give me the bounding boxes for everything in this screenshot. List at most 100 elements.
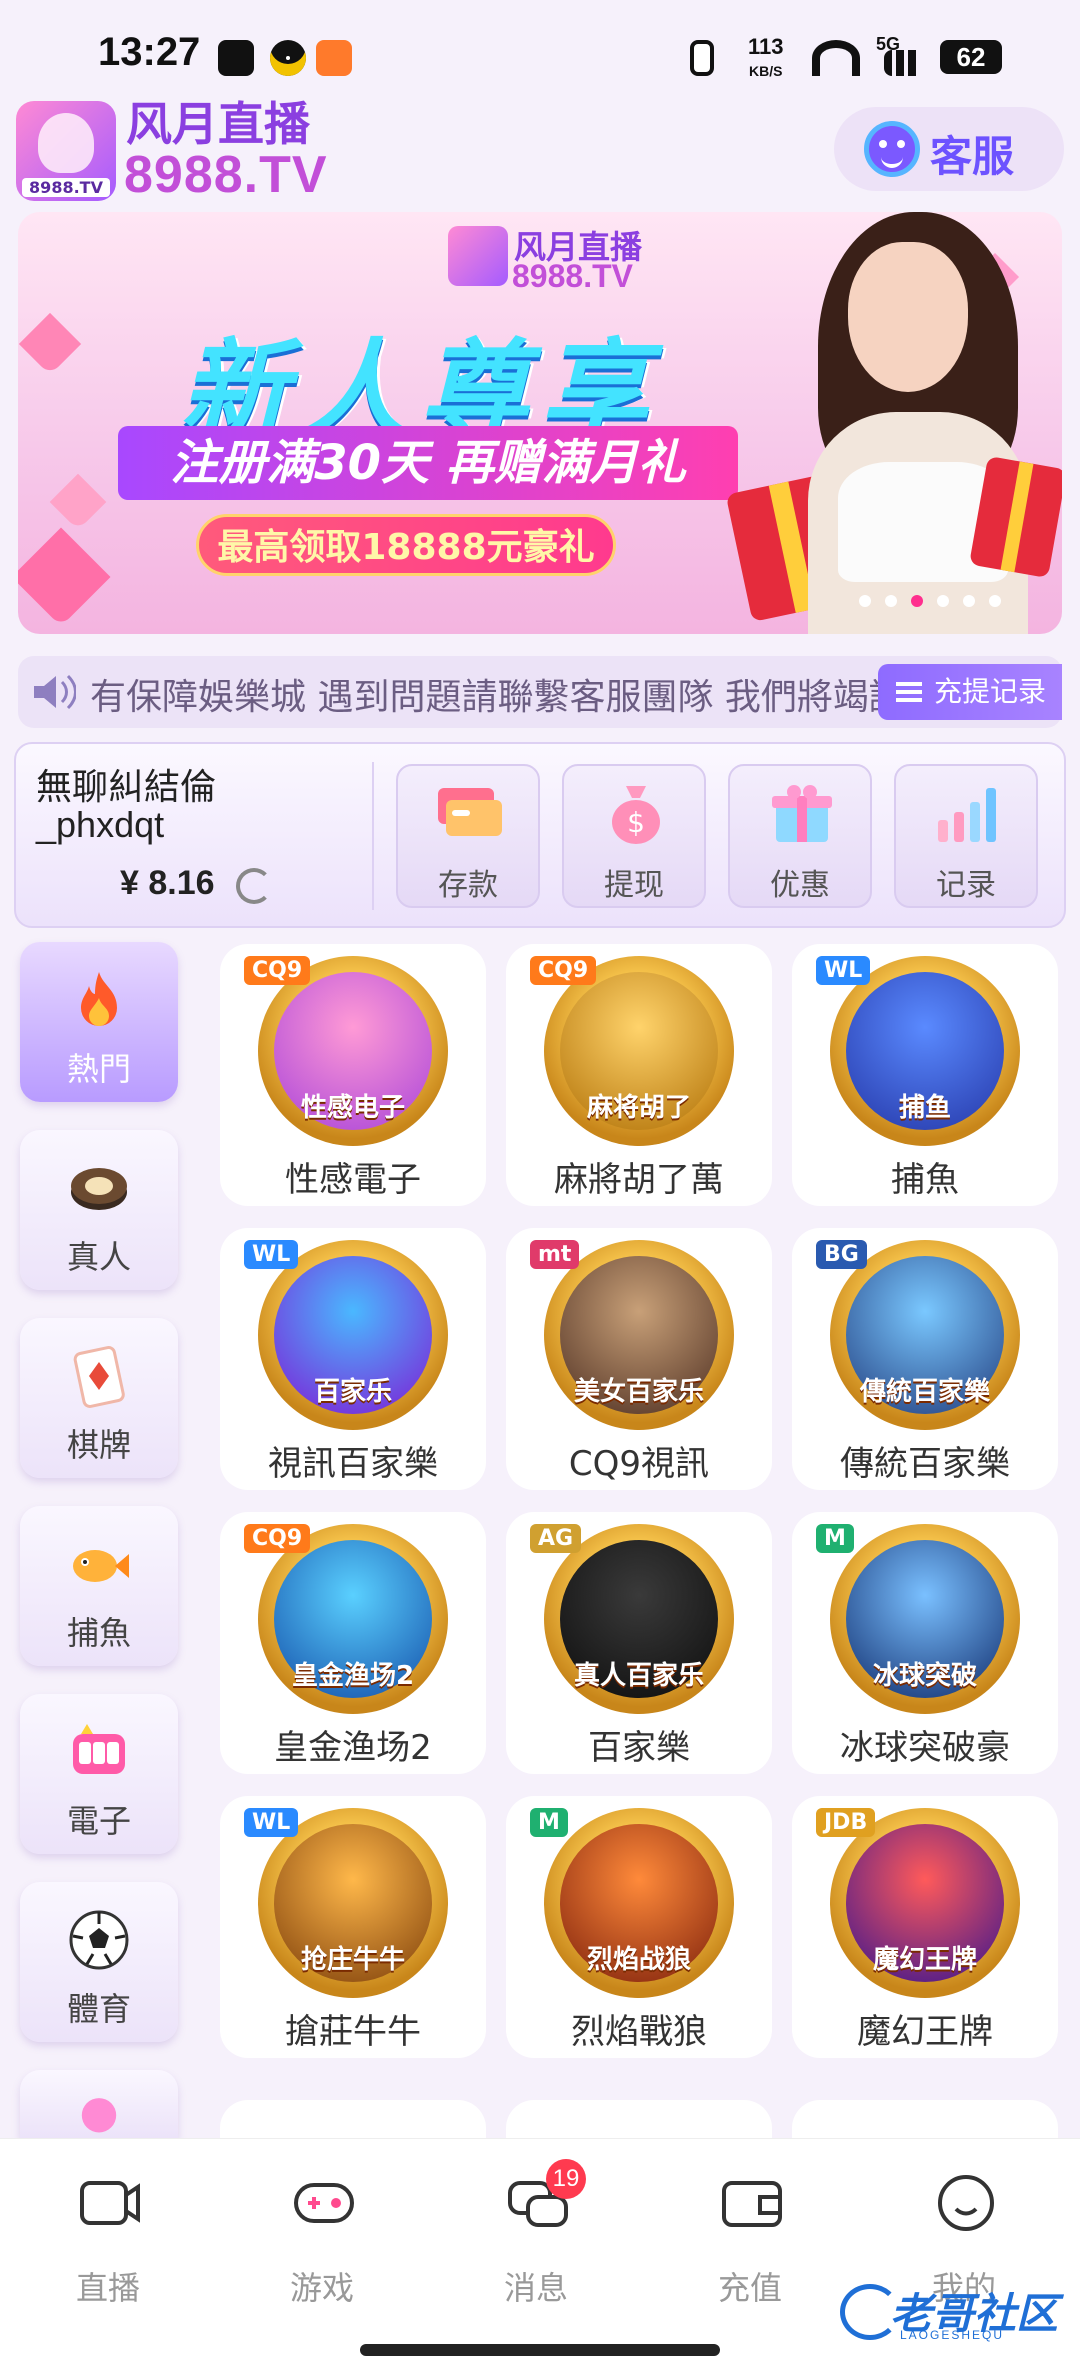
category-more[interactable] [20,2070,178,2138]
refresh-icon[interactable] [236,868,272,904]
category-label: 捕魚 [66,1614,131,1652]
card-suit-icon [73,1346,125,1408]
game-card[interactable]: 皇金渔场2 CQ9 皇金渔场2 [220,1512,486,1774]
list-icon [896,682,922,702]
category-hot[interactable]: 熱門 [20,942,178,1102]
game-name: 百家樂 [588,1728,690,1768]
game-name: 麻將胡了萬 [554,1160,724,1200]
nav-recharge[interactable]: 充值 [670,2159,830,2319]
category-label: 真人 [66,1238,131,1276]
game-thumbnail-caption: 性感电子 [300,1093,405,1123]
nav-games[interactable]: 游戏 [242,2159,402,2319]
game-card[interactable]: 美女百家乐 mt CQ9視訊 [506,1228,772,1490]
game-name: 搶莊牛牛 [285,2012,421,2052]
bar-chart-icon [938,788,996,842]
wallet-icon [722,2181,782,2227]
provider-badge: AG [530,1524,582,1553]
deposit-button[interactable]: 存款 [396,764,540,908]
provider-badge: mt [530,1240,580,1269]
banner-brand-subtitle: 8988.TV [512,258,633,294]
heart-decoration-icon [18,312,82,376]
provider-badge: M [530,1808,568,1837]
category-board[interactable]: 棋牌 [20,1318,178,1478]
withdraw-button[interactable]: $ 提现 [562,764,706,908]
nav-label: 消息 [503,2269,568,2307]
game-thumbnail-caption: 傳統百家樂 [859,1377,990,1407]
signal-icon [884,50,924,76]
nav-label: 游戏 [289,2269,354,2307]
game-thumbnail-caption: 美女百家乐 [573,1377,704,1407]
game-card-partial[interactable] [506,2100,772,2138]
net-speed-unit: KB/S [749,63,783,79]
banner-subline: 注册满30天 再赠满月礼 [118,426,738,500]
game-card[interactable]: 百家乐 WL 視訊百家樂 [220,1228,486,1490]
game-card[interactable]: 真人百家乐 AG 百家樂 [506,1512,772,1774]
category-live[interactable]: 真人 [20,1130,178,1290]
heart-decoration-icon [49,473,107,531]
fish-icon [73,1550,129,1582]
game-card[interactable]: 烈焰战狼 M 烈焰戰狼 [506,1796,772,2058]
watermark-sub: LAOGESHEQU [900,2328,1005,2342]
game-name: 捕魚 [891,1160,959,1200]
home-indicator[interactable] [360,2344,720,2356]
category-fishing[interactable]: 捕魚 [20,1506,178,1666]
game-card[interactable]: 麻将胡了 CQ9 麻將胡了萬 [506,944,772,1206]
game-thumbnail-caption: 捕鱼 [898,1093,951,1123]
deposit-withdraw-record-button[interactable]: 充提记录 [878,664,1062,720]
game-card-partial[interactable] [220,2100,486,2138]
carousel-dot[interactable] [963,595,975,607]
balance-value: ¥ 8.16 [120,864,215,902]
provider-badge: M [816,1524,854,1553]
game-name: 視訊百家樂 [268,1444,438,1484]
soccer-ball-icon [69,1910,129,1970]
game-card[interactable]: 捕鱼 WL 捕魚 [792,944,1058,1206]
game-card-partial[interactable] [792,2100,1058,2138]
provider-badge: WL [244,1808,299,1837]
carousel-dot[interactable] [911,595,923,607]
deposit-label: 存款 [438,868,498,903]
vibrate-icon [690,40,714,76]
category-slots[interactable]: 電子 [20,1694,178,1854]
promo-banner[interactable]: 风月直播 8988.TV 新人尊享 注册满30天 再赠满月礼 最高领取18888… [18,212,1062,634]
fire-icon [81,972,117,1026]
unread-badge: 19 [546,2159,586,2199]
game-name: 性感電子 [285,1160,421,1200]
game-card[interactable]: 冰球突破 M 冰球突破豪 [792,1512,1058,1774]
divider [372,762,374,910]
records-label: 记录 [936,868,996,903]
game-thumbnail-caption: 冰球突破 [872,1661,977,1691]
provider-badge: JDB [816,1808,876,1837]
nav-label: 充值 [717,2269,782,2307]
banner-reward-pill: 最高领取18888元豪礼 [196,514,616,576]
customer-service-button[interactable]: 客服 [834,107,1064,191]
game-card[interactable]: 魔幻王牌 JDB 魔幻王牌 [792,1796,1058,2058]
site-watermark: 老哥社区 LAOGESHEQU [840,2276,1066,2346]
record-button-label: 充提记录 [933,675,1046,708]
game-card[interactable]: 性感电子 CQ9 性感電子 [220,944,486,1206]
promotion-button[interactable]: 优惠 [728,764,872,908]
carousel-dot[interactable] [937,595,949,607]
carousel-dot[interactable] [859,595,871,607]
status-time: 13:27 [98,30,201,74]
game-thumbnail-caption: 百家乐 [313,1377,392,1407]
records-button[interactable]: 记录 [894,764,1038,908]
game-card[interactable]: 抢庄牛牛 WL 搶莊牛牛 [220,1796,486,2058]
speaker-icon [34,674,76,710]
carousel-dot[interactable] [989,595,1001,607]
net-speed-value: 113 [748,34,784,59]
game-name: 傳統百家樂 [840,1444,1010,1484]
slot-icon [73,1724,125,1774]
headset-icon [864,121,920,177]
carousel-dot[interactable] [885,595,897,607]
nav-messages[interactable]: 19 消息 [456,2159,616,2319]
carousel-indicator[interactable] [852,592,1008,611]
logo-figure-icon [38,113,94,173]
net-speed: 113 KB/S [748,36,784,82]
game-app-icon [316,40,352,76]
category-sports[interactable]: 體育 [20,1882,178,2042]
game-thumbnail-caption: 真人百家乐 [573,1661,704,1691]
tiktok-icon [218,40,254,76]
app-logo: 8988.TV [16,101,116,201]
nav-live[interactable]: 直播 [28,2159,188,2319]
game-card[interactable]: 傳統百家樂 BG 傳統百家樂 [792,1228,1058,1490]
